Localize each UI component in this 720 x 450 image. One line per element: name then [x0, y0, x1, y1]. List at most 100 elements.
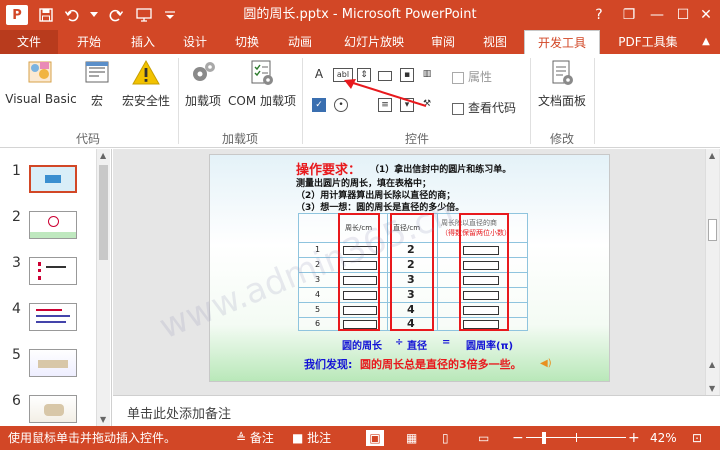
row-number: 1: [315, 245, 321, 254]
slide-thumbnail-4[interactable]: [29, 303, 77, 331]
current-slide[interactable]: 操作要求： （1）拿出信封中的圆片和练习单。 测量出圆片的周长，填在表格中； （…: [209, 154, 610, 382]
group-separator: [530, 58, 531, 144]
properties-icon: [452, 71, 464, 84]
visual-basic-button[interactable]: Visual Basic: [4, 58, 78, 106]
notes-icon: ≜: [236, 431, 250, 445]
row-number: 3: [315, 275, 321, 284]
visual-basic-label: Visual Basic: [5, 92, 77, 106]
slide-thumbnail-1[interactable]: [29, 165, 77, 193]
scroll-thumb[interactable]: [708, 219, 717, 241]
document-panel-button[interactable]: 文档面板: [534, 58, 590, 109]
title-bar: P 圆的周长.pptx - Microsoft PowerPoint ? ❐ —…: [0, 0, 720, 30]
notes-placeholder: 单击此处添加备注: [127, 407, 232, 422]
addins-button[interactable]: 加载项: [182, 58, 224, 109]
scroll-up-icon[interactable]: ▲: [100, 151, 106, 160]
comment-icon: ■: [292, 431, 308, 445]
fit-slide-to-window-icon[interactable]: ⊡: [692, 426, 702, 450]
notes-toggle-label: 备注: [249, 431, 274, 445]
group-controls-label: 控件: [404, 132, 429, 146]
document-panel-label: 文档面板: [537, 94, 586, 108]
ribbon-tab-bar: 文件 开始 插入 设计 切换 动画 幻灯片放映 审阅 视图 开发工具 PDF工具…: [0, 30, 720, 55]
zoom-out-button[interactable]: −: [512, 426, 524, 450]
zoom-level[interactable]: 42%: [650, 426, 677, 450]
formula-divide: ÷: [395, 337, 404, 348]
notes-toggle-button[interactable]: ≜ 备注: [236, 426, 274, 450]
slide-thumbnail-5[interactable]: [29, 349, 77, 377]
group-separator: [302, 58, 303, 144]
collapse-ribbon-icon[interactable]: ▲: [696, 30, 716, 54]
scroll-thumb[interactable]: [99, 165, 108, 260]
view-code-button[interactable]: 查看代码: [452, 99, 528, 116]
slide-scrollbar[interactable]: ▲ ▲ ▼: [705, 149, 719, 395]
scroll-up-icon[interactable]: ▲: [709, 151, 715, 160]
tab-developer[interactable]: 开发工具: [524, 30, 600, 55]
zoom-in-button[interactable]: +: [628, 426, 640, 450]
label-control-icon[interactable]: A: [312, 68, 326, 82]
next-slide-icon[interactable]: ▼: [709, 384, 715, 393]
formula-pi: 圆周率(π): [466, 341, 514, 352]
notes-pane[interactable]: 单击此处添加备注: [113, 395, 720, 426]
tab-review[interactable]: 审阅: [420, 30, 466, 54]
tab-pdf-tools[interactable]: PDF工具集: [606, 30, 690, 54]
speaker-icon[interactable]: ◀): [540, 358, 552, 369]
macros-label: 宏: [90, 94, 103, 108]
document-panel-icon: [552, 60, 573, 85]
macro-security-button[interactable]: 宏安全性: [118, 58, 174, 109]
help-button[interactable]: ?: [582, 0, 616, 30]
group-addins-label: 加载项: [221, 132, 258, 146]
com-addins-label: COM 加载项: [228, 94, 296, 108]
row-number: 4: [315, 290, 321, 299]
row-number: 2: [315, 260, 321, 269]
close-button[interactable]: ✕: [692, 0, 720, 30]
visual-basic-icon: [28, 61, 52, 83]
checkbox-control-icon[interactable]: ✓: [312, 98, 326, 112]
tab-insert[interactable]: 插入: [120, 30, 166, 54]
tab-design[interactable]: 设计: [172, 30, 218, 54]
properties-button[interactable]: 属性: [452, 68, 502, 85]
slide-thumbnail-3[interactable]: [29, 257, 77, 285]
tab-home[interactable]: 开始: [66, 30, 112, 54]
reading-view-icon[interactable]: ▯: [442, 426, 449, 450]
zoom-slider[interactable]: [526, 426, 626, 450]
tab-animations[interactable]: 动画: [277, 30, 323, 54]
slide-number: 2: [12, 209, 21, 225]
tab-transitions[interactable]: 切换: [224, 30, 270, 54]
slide-thumbnail-6[interactable]: [29, 395, 77, 423]
row-number: 6: [315, 319, 321, 328]
properties-label: 属性: [468, 70, 493, 84]
group-modify-label: 修改: [549, 132, 574, 146]
com-addins-icon: [251, 60, 273, 85]
slide-number: 3: [12, 255, 21, 271]
formula-equals: =: [442, 337, 451, 348]
thumbnail-scrollbar[interactable]: ▲ ▼: [96, 149, 110, 426]
previous-slide-icon[interactable]: ▲: [709, 360, 715, 369]
macros-button[interactable]: 宏: [80, 58, 114, 109]
slide-thumbnail-2[interactable]: [29, 211, 77, 239]
tab-file[interactable]: 文件: [0, 30, 58, 54]
slideshow-view-icon[interactable]: ▭: [478, 426, 489, 450]
status-hint: 使用鼠标单击并拖动插入控件。: [8, 431, 177, 445]
comments-toggle-button[interactable]: ■ 批注: [292, 426, 331, 450]
finding-prefix: 我们发现:: [304, 358, 353, 371]
finding-text: 圆的周长总是直径的3倍多一些。: [360, 358, 522, 371]
quotient-column-highlight: [459, 213, 509, 331]
com-addins-button[interactable]: COM 加载项: [226, 58, 298, 109]
macros-icon: [85, 61, 109, 83]
requirement-line-4: （3）想一想：圆的周长是直径的多少倍。: [296, 203, 465, 213]
diameter-column-highlight: [390, 213, 434, 331]
slide-sorter-view-icon[interactable]: ▦: [406, 426, 417, 450]
tab-view[interactable]: 视图: [472, 30, 518, 54]
slide-editing-area: 操作要求： （1）拿出信封中的圆片和练习单。 测量出圆片的周长，填在表格中； （…: [113, 149, 720, 395]
tab-slideshow[interactable]: 幻灯片放映: [334, 30, 414, 54]
slide-number: 5: [12, 347, 21, 363]
ribbon-developer: Visual Basic 宏 宏安全性 代码 加载项 COM 加载项 加载项 A…: [0, 54, 720, 148]
zoom-slider-thumb[interactable]: [542, 432, 546, 444]
warning-icon: [132, 59, 160, 85]
slide-thumbnail-pane: 1 2 3 4 5 6 ▲ ▼: [0, 149, 112, 426]
normal-view-icon[interactable]: ▣: [366, 430, 384, 446]
slide-number: 1: [12, 163, 21, 179]
formula-diameter: 直径: [407, 341, 427, 352]
scroll-down-icon[interactable]: ▼: [100, 415, 106, 424]
comments-toggle-label: 批注: [307, 431, 332, 445]
macro-security-label: 宏安全性: [121, 94, 170, 108]
